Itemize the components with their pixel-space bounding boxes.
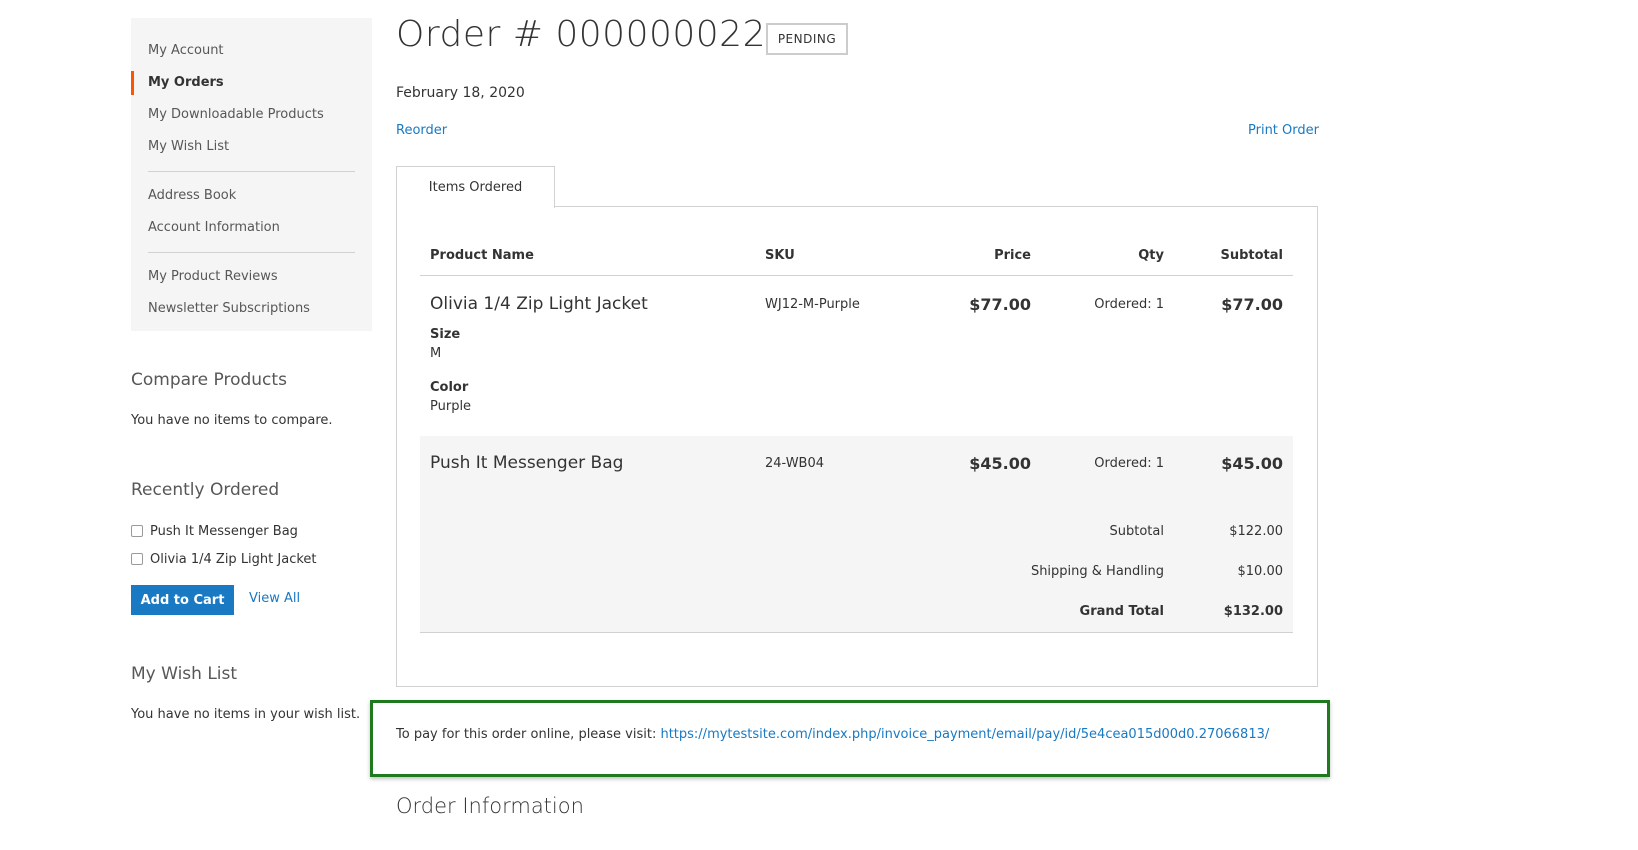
compare-products-title: Compare Products bbox=[131, 370, 287, 390]
column-header-subtotal: Subtotal bbox=[1220, 248, 1283, 263]
table-header-divider bbox=[420, 275, 1293, 276]
option-label-color: Color bbox=[430, 380, 469, 395]
recently-ordered-checkbox[interactable] bbox=[131, 525, 143, 537]
order-date: February 18, 2020 bbox=[396, 85, 525, 101]
item-name: Push It Messenger Bag bbox=[430, 453, 624, 473]
wishlist-title: My Wish List bbox=[131, 664, 238, 684]
recently-ordered-item: Push It Messenger Bag bbox=[131, 522, 298, 540]
totals-shipping-value: $10.00 bbox=[1237, 564, 1284, 579]
wishlist-empty-text: You have no items in your wish list. bbox=[131, 707, 361, 722]
item-sku: WJ12-M-Purple bbox=[765, 297, 860, 312]
option-value-color: Purple bbox=[430, 399, 472, 414]
item-subtotal: $77.00 bbox=[1221, 295, 1283, 314]
option-label-size: Size bbox=[430, 327, 461, 342]
print-order-link[interactable]: Print Order bbox=[1248, 123, 1319, 138]
nav-my-wish-list[interactable]: My Wish List bbox=[131, 131, 372, 163]
item-qty: Ordered: 1 bbox=[1094, 297, 1164, 312]
nav-address-book[interactable]: Address Book bbox=[131, 180, 372, 212]
column-header-price: Price bbox=[994, 248, 1031, 263]
totals-subtotal-label: Subtotal bbox=[1109, 524, 1164, 539]
view-all-link[interactable]: View All bbox=[249, 591, 300, 606]
nav-account-information[interactable]: Account Information bbox=[131, 212, 372, 244]
column-header-qty: Qty bbox=[1138, 248, 1164, 263]
nav-my-account[interactable]: My Account bbox=[131, 35, 372, 67]
payment-prefix: To pay for this order online, please vis… bbox=[396, 727, 661, 742]
account-nav: My Account My Orders My Downloadable Pro… bbox=[131, 18, 372, 331]
order-information-title: Order Information bbox=[396, 794, 584, 818]
reorder-link[interactable]: Reorder bbox=[396, 123, 447, 138]
tab-items-ordered[interactable]: Items Ordered bbox=[396, 166, 555, 208]
recently-ordered-checkbox[interactable] bbox=[131, 553, 143, 565]
recently-ordered-item-label: Olivia 1/4 Zip Light Jacket bbox=[150, 551, 317, 567]
item-price: $77.00 bbox=[969, 295, 1031, 314]
recently-ordered-title: Recently Ordered bbox=[131, 480, 280, 500]
option-value-size: M bbox=[430, 346, 442, 361]
nav-newsletter-subscriptions[interactable]: Newsletter Subscriptions bbox=[131, 293, 372, 325]
item-qty: Ordered: 1 bbox=[1094, 456, 1164, 471]
totals-subtotal-value: $122.00 bbox=[1229, 524, 1283, 539]
item-price: $45.00 bbox=[969, 454, 1031, 473]
recently-ordered-item-label: Push It Messenger Bag bbox=[150, 523, 298, 539]
column-header-sku: SKU bbox=[765, 248, 795, 263]
nav-my-product-reviews[interactable]: My Product Reviews bbox=[131, 261, 372, 293]
recently-ordered-item: Olivia 1/4 Zip Light Jacket bbox=[131, 550, 317, 568]
totals-grand-total-label: Grand Total bbox=[1079, 604, 1164, 619]
payment-instructions: To pay for this order online, please vis… bbox=[396, 727, 1269, 742]
totals-grand-total-value: $132.00 bbox=[1223, 604, 1283, 619]
column-header-product-name: Product Name bbox=[430, 248, 534, 263]
item-subtotal: $45.00 bbox=[1221, 454, 1283, 473]
nav-divider bbox=[148, 252, 355, 253]
compare-empty-text: You have no items to compare. bbox=[131, 413, 333, 428]
add-to-cart-button[interactable]: Add to Cart bbox=[131, 585, 234, 615]
nav-my-downloadable-products[interactable]: My Downloadable Products bbox=[131, 99, 372, 131]
payment-url-link[interactable]: https://mytestsite.com/index.php/invoice… bbox=[660, 727, 1269, 742]
status-badge: PENDING bbox=[766, 23, 848, 55]
nav-divider bbox=[148, 171, 355, 172]
page-title: Order # 000000022 bbox=[396, 14, 766, 55]
nav-my-orders[interactable]: My Orders bbox=[131, 67, 372, 99]
item-name: Olivia 1/4 Zip Light Jacket bbox=[430, 294, 648, 314]
totals-shipping-label: Shipping & Handling bbox=[1030, 564, 1164, 579]
item-sku: 24-WB04 bbox=[765, 456, 825, 471]
